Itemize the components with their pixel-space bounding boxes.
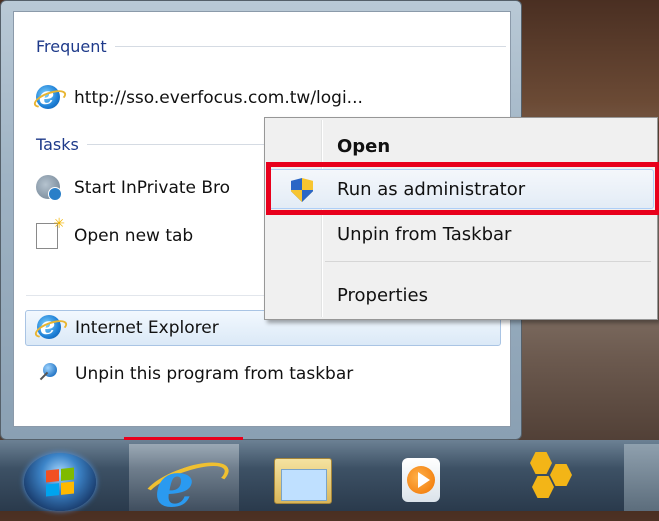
pin-icon bbox=[37, 361, 63, 387]
taskbar-games[interactable] bbox=[520, 444, 590, 511]
unpin-program-item-label: Unpin this program from taskbar bbox=[75, 364, 354, 384]
menu-item-unpin-from-taskbar-label: Unpin from Taskbar bbox=[337, 223, 512, 245]
ie-taskbar-icon: e bbox=[155, 448, 195, 521]
menu-item-unpin-from-taskbar[interactable]: Unpin from Taskbar bbox=[268, 214, 654, 254]
frequent-header-label: Frequent bbox=[36, 36, 107, 56]
windows-flag-icon bbox=[46, 467, 74, 497]
ie-icon bbox=[32, 311, 70, 342]
menu-item-open-label: Open bbox=[337, 135, 391, 157]
play-icon bbox=[418, 472, 430, 488]
task-start-inprivate[interactable]: Start InPrivate Bro bbox=[36, 170, 230, 206]
ie-icon bbox=[31, 81, 69, 112]
frequent-item-label: http://sso.everfocus.com.tw/logi... bbox=[74, 88, 363, 108]
start-button[interactable] bbox=[24, 453, 96, 511]
context-menu-separator bbox=[325, 261, 651, 262]
games-icon bbox=[530, 452, 552, 474]
games-icon-part bbox=[532, 476, 554, 498]
menu-item-properties-label: Properties bbox=[337, 284, 428, 306]
context-menu: Open Run as administrator Unpin from Tas… bbox=[264, 117, 658, 320]
task-open-new-tab-label: Open new tab bbox=[74, 226, 194, 246]
menu-item-open[interactable]: Open bbox=[268, 126, 654, 166]
tasks-header-label: Tasks bbox=[36, 134, 79, 154]
taskbar-windows-explorer[interactable] bbox=[262, 444, 342, 511]
folder-icon bbox=[274, 458, 332, 504]
task-start-inprivate-label: Start InPrivate Bro bbox=[74, 178, 231, 198]
program-item-label: Internet Explorer bbox=[75, 318, 219, 338]
program-item-row[interactable]: Internet Explorer bbox=[32, 310, 219, 346]
frequent-item[interactable]: http://sso.everfocus.com.tw/logi... bbox=[31, 80, 363, 116]
inprivate-icon bbox=[36, 175, 62, 201]
menu-item-run-as-administrator-label: Run as administrator bbox=[337, 178, 526, 200]
task-open-new-tab[interactable]: Open new tab bbox=[36, 216, 194, 254]
games-icon-part bbox=[550, 464, 572, 486]
menu-item-run-as-administrator[interactable]: Run as administrator bbox=[268, 169, 654, 209]
uac-shield-icon bbox=[291, 178, 313, 202]
unpin-program-item[interactable]: Unpin this program from taskbar bbox=[37, 356, 353, 392]
frequent-header-rule bbox=[114, 45, 506, 47]
taskbar-media-player[interactable] bbox=[388, 444, 458, 511]
taskbar-internet-explorer[interactable]: e bbox=[129, 444, 239, 521]
menu-item-properties[interactable]: Properties bbox=[268, 275, 654, 315]
taskbar-partial-button[interactable] bbox=[624, 444, 659, 511]
new-tab-icon bbox=[36, 216, 65, 249]
frequent-header: Frequent bbox=[36, 34, 506, 58]
